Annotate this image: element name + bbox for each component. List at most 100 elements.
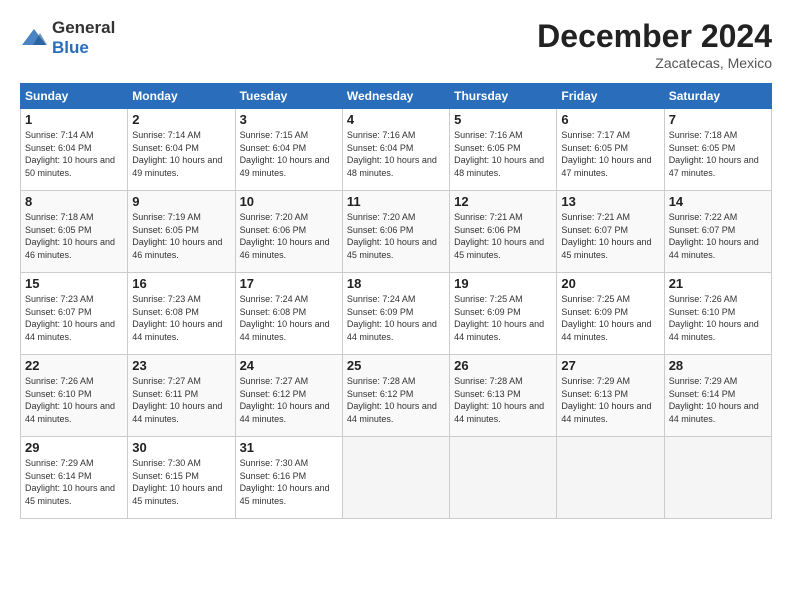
day-number: 12 (454, 194, 552, 209)
calendar-table: SundayMondayTuesdayWednesdayThursdayFrid… (20, 83, 772, 519)
day-info: Sunrise: 7:29 AMSunset: 6:14 PMDaylight:… (25, 458, 115, 506)
day-info: Sunrise: 7:26 AMSunset: 6:10 PMDaylight:… (669, 294, 759, 342)
day-number: 25 (347, 358, 445, 373)
day-number: 4 (347, 112, 445, 127)
calendar-cell: 28 Sunrise: 7:29 AMSunset: 6:14 PMDaylig… (664, 355, 771, 437)
day-info: Sunrise: 7:18 AMSunset: 6:05 PMDaylight:… (25, 212, 115, 260)
day-info: Sunrise: 7:25 AMSunset: 6:09 PMDaylight:… (561, 294, 651, 342)
calendar-cell: 20 Sunrise: 7:25 AMSunset: 6:09 PMDaylig… (557, 273, 664, 355)
day-info: Sunrise: 7:28 AMSunset: 6:12 PMDaylight:… (347, 376, 437, 424)
calendar-cell: 14 Sunrise: 7:22 AMSunset: 6:07 PMDaylig… (664, 191, 771, 273)
day-number: 9 (132, 194, 230, 209)
day-number: 31 (240, 440, 338, 455)
day-info: Sunrise: 7:29 AMSunset: 6:14 PMDaylight:… (669, 376, 759, 424)
calendar-cell: 21 Sunrise: 7:26 AMSunset: 6:10 PMDaylig… (664, 273, 771, 355)
day-number: 7 (669, 112, 767, 127)
calendar-cell: 19 Sunrise: 7:25 AMSunset: 6:09 PMDaylig… (450, 273, 557, 355)
calendar-cell: 5 Sunrise: 7:16 AMSunset: 6:05 PMDayligh… (450, 109, 557, 191)
day-info: Sunrise: 7:20 AMSunset: 6:06 PMDaylight:… (240, 212, 330, 260)
day-info: Sunrise: 7:25 AMSunset: 6:09 PMDaylight:… (454, 294, 544, 342)
day-header-sunday: Sunday (21, 84, 128, 109)
day-info: Sunrise: 7:24 AMSunset: 6:08 PMDaylight:… (240, 294, 330, 342)
calendar-cell: 11 Sunrise: 7:20 AMSunset: 6:06 PMDaylig… (342, 191, 449, 273)
day-number: 5 (454, 112, 552, 127)
day-number: 17 (240, 276, 338, 291)
day-info: Sunrise: 7:24 AMSunset: 6:09 PMDaylight:… (347, 294, 437, 342)
day-info: Sunrise: 7:16 AMSunset: 6:04 PMDaylight:… (347, 130, 437, 178)
day-number: 18 (347, 276, 445, 291)
month-title: December 2024 (537, 18, 772, 55)
calendar-cell: 8 Sunrise: 7:18 AMSunset: 6:05 PMDayligh… (21, 191, 128, 273)
day-number: 15 (25, 276, 123, 291)
day-number: 26 (454, 358, 552, 373)
calendar-cell: 31 Sunrise: 7:30 AMSunset: 6:16 PMDaylig… (235, 437, 342, 519)
day-number: 22 (25, 358, 123, 373)
day-info: Sunrise: 7:20 AMSunset: 6:06 PMDaylight:… (347, 212, 437, 260)
title-area: December 2024 Zacatecas, Mexico (537, 18, 772, 71)
day-number: 3 (240, 112, 338, 127)
logo-general: General (52, 18, 115, 37)
day-info: Sunrise: 7:27 AMSunset: 6:11 PMDaylight:… (132, 376, 222, 424)
day-info: Sunrise: 7:17 AMSunset: 6:05 PMDaylight:… (561, 130, 651, 178)
calendar-cell: 6 Sunrise: 7:17 AMSunset: 6:05 PMDayligh… (557, 109, 664, 191)
day-number: 20 (561, 276, 659, 291)
calendar-cell: 25 Sunrise: 7:28 AMSunset: 6:12 PMDaylig… (342, 355, 449, 437)
day-info: Sunrise: 7:30 AMSunset: 6:16 PMDaylight:… (240, 458, 330, 506)
day-info: Sunrise: 7:18 AMSunset: 6:05 PMDaylight:… (669, 130, 759, 178)
calendar-cell: 12 Sunrise: 7:21 AMSunset: 6:06 PMDaylig… (450, 191, 557, 273)
calendar-cell (557, 437, 664, 519)
day-header-saturday: Saturday (664, 84, 771, 109)
week-row-5: 29 Sunrise: 7:29 AMSunset: 6:14 PMDaylig… (21, 437, 772, 519)
day-number: 13 (561, 194, 659, 209)
calendar-cell: 10 Sunrise: 7:20 AMSunset: 6:06 PMDaylig… (235, 191, 342, 273)
day-info: Sunrise: 7:26 AMSunset: 6:10 PMDaylight:… (25, 376, 115, 424)
calendar-cell: 13 Sunrise: 7:21 AMSunset: 6:07 PMDaylig… (557, 191, 664, 273)
day-number: 11 (347, 194, 445, 209)
day-info: Sunrise: 7:30 AMSunset: 6:15 PMDaylight:… (132, 458, 222, 506)
calendar-cell: 4 Sunrise: 7:16 AMSunset: 6:04 PMDayligh… (342, 109, 449, 191)
logo-text: General Blue (52, 18, 115, 58)
logo: General Blue (20, 18, 115, 58)
day-number: 24 (240, 358, 338, 373)
day-header-friday: Friday (557, 84, 664, 109)
logo-icon (20, 27, 48, 49)
day-number: 30 (132, 440, 230, 455)
day-info: Sunrise: 7:22 AMSunset: 6:07 PMDaylight:… (669, 212, 759, 260)
day-number: 10 (240, 194, 338, 209)
day-number: 6 (561, 112, 659, 127)
day-info: Sunrise: 7:28 AMSunset: 6:13 PMDaylight:… (454, 376, 544, 424)
calendar-cell (342, 437, 449, 519)
week-row-2: 8 Sunrise: 7:18 AMSunset: 6:05 PMDayligh… (21, 191, 772, 273)
week-row-1: 1 Sunrise: 7:14 AMSunset: 6:04 PMDayligh… (21, 109, 772, 191)
day-info: Sunrise: 7:21 AMSunset: 6:06 PMDaylight:… (454, 212, 544, 260)
calendar-cell: 24 Sunrise: 7:27 AMSunset: 6:12 PMDaylig… (235, 355, 342, 437)
subtitle: Zacatecas, Mexico (537, 55, 772, 71)
calendar-cell: 9 Sunrise: 7:19 AMSunset: 6:05 PMDayligh… (128, 191, 235, 273)
day-header-wednesday: Wednesday (342, 84, 449, 109)
day-info: Sunrise: 7:14 AMSunset: 6:04 PMDaylight:… (25, 130, 115, 178)
day-number: 29 (25, 440, 123, 455)
day-info: Sunrise: 7:27 AMSunset: 6:12 PMDaylight:… (240, 376, 330, 424)
day-number: 2 (132, 112, 230, 127)
day-number: 8 (25, 194, 123, 209)
day-info: Sunrise: 7:16 AMSunset: 6:05 PMDaylight:… (454, 130, 544, 178)
calendar-cell: 3 Sunrise: 7:15 AMSunset: 6:04 PMDayligh… (235, 109, 342, 191)
day-header-monday: Monday (128, 84, 235, 109)
day-info: Sunrise: 7:19 AMSunset: 6:05 PMDaylight:… (132, 212, 222, 260)
day-number: 21 (669, 276, 767, 291)
calendar-cell: 1 Sunrise: 7:14 AMSunset: 6:04 PMDayligh… (21, 109, 128, 191)
day-info: Sunrise: 7:15 AMSunset: 6:04 PMDaylight:… (240, 130, 330, 178)
calendar-cell (450, 437, 557, 519)
calendar-cell: 7 Sunrise: 7:18 AMSunset: 6:05 PMDayligh… (664, 109, 771, 191)
calendar-cell (664, 437, 771, 519)
header: General Blue December 2024 Zacatecas, Me… (20, 18, 772, 71)
calendar-cell: 15 Sunrise: 7:23 AMSunset: 6:07 PMDaylig… (21, 273, 128, 355)
week-row-4: 22 Sunrise: 7:26 AMSunset: 6:10 PMDaylig… (21, 355, 772, 437)
day-number: 1 (25, 112, 123, 127)
day-header-thursday: Thursday (450, 84, 557, 109)
calendar-cell: 30 Sunrise: 7:30 AMSunset: 6:15 PMDaylig… (128, 437, 235, 519)
calendar-cell: 16 Sunrise: 7:23 AMSunset: 6:08 PMDaylig… (128, 273, 235, 355)
calendar-cell: 29 Sunrise: 7:29 AMSunset: 6:14 PMDaylig… (21, 437, 128, 519)
day-info: Sunrise: 7:29 AMSunset: 6:13 PMDaylight:… (561, 376, 651, 424)
day-number: 28 (669, 358, 767, 373)
